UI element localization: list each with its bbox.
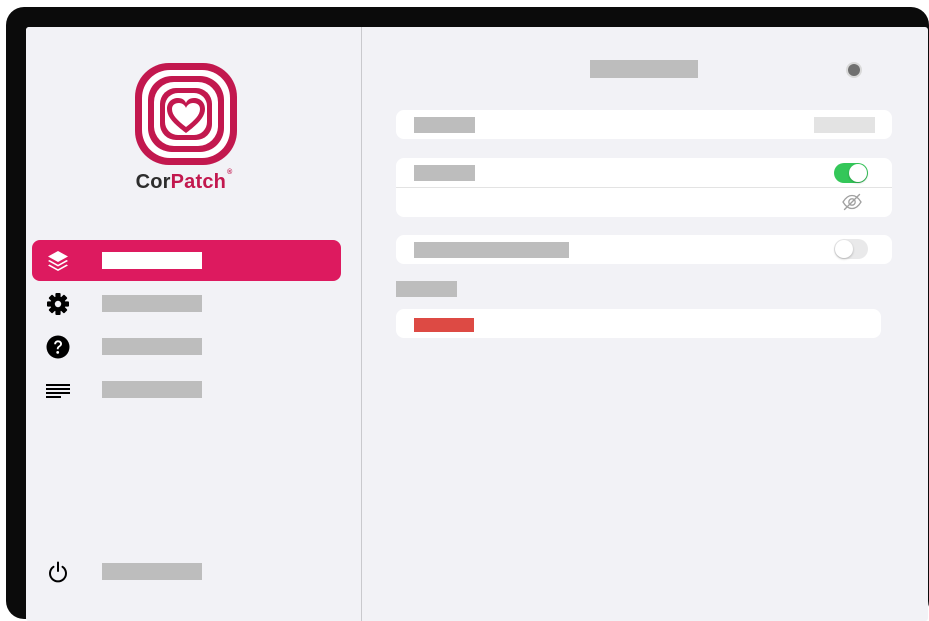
settings-row-toggle-off — [396, 235, 892, 264]
sidebar-item-devices[interactable] — [32, 240, 341, 281]
section-header — [396, 281, 457, 297]
app-screen: CorPatch® — [26, 27, 928, 621]
sidebar-item-label — [102, 338, 202, 355]
danger-action-label — [414, 318, 474, 332]
sidebar-item-logout[interactable] — [32, 551, 341, 592]
page-title — [590, 60, 698, 78]
row-label — [414, 165, 475, 181]
settings-group-toggle — [396, 158, 892, 217]
sidebar-item-log[interactable] — [32, 369, 341, 410]
help-icon — [45, 334, 71, 360]
settings-row-info — [396, 110, 892, 139]
logo-text-cor: Cor — [135, 171, 171, 193]
eye-slash-icon[interactable] — [841, 193, 863, 211]
danger-action-button[interactable] — [396, 309, 881, 338]
sidebar-item-settings[interactable] — [32, 283, 341, 324]
registered-mark: ® — [227, 169, 233, 176]
gear-icon — [45, 291, 71, 317]
layers-icon — [45, 248, 71, 274]
sidebar-item-help[interactable] — [32, 326, 341, 367]
status-indicator-icon — [848, 64, 860, 76]
sidebar-item-label — [102, 563, 202, 580]
menu-lines-icon — [45, 377, 71, 403]
logo-text-patch: Patch — [170, 171, 227, 193]
sidebar-item-label — [102, 295, 202, 312]
sidebar: CorPatch® — [26, 27, 362, 621]
toggle-switch-off[interactable] — [834, 239, 868, 259]
main-panel — [363, 27, 928, 621]
row-label — [414, 242, 569, 258]
sidebar-item-label — [102, 252, 202, 269]
power-icon — [45, 559, 71, 585]
toggle-switch-on[interactable] — [834, 163, 868, 183]
row-label — [414, 117, 475, 133]
row-value — [814, 117, 875, 133]
corpatch-logo-text: CorPatch® — [26, 169, 342, 194]
tablet-frame: CorPatch® — [6, 7, 929, 621]
divider — [396, 187, 892, 188]
sidebar-item-label — [102, 381, 202, 398]
corpatch-logo-icon — [133, 61, 239, 167]
